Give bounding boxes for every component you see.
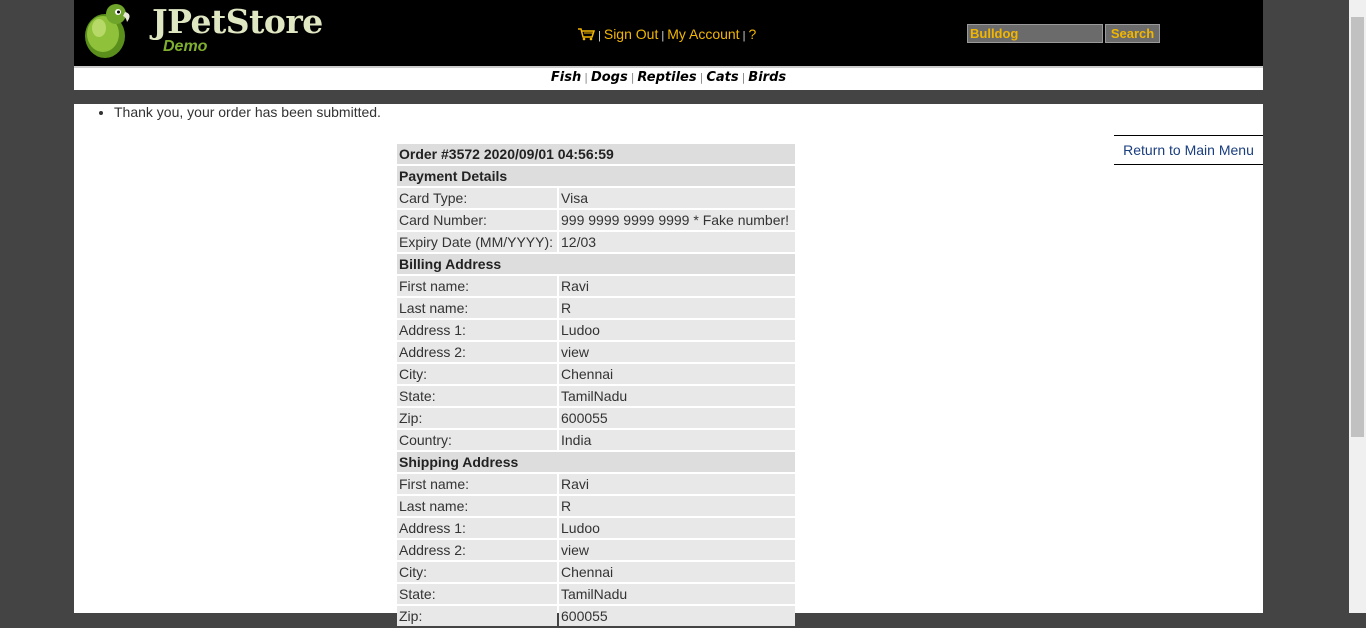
field-value: Ravi [559, 276, 795, 296]
menu-separator: | [742, 30, 746, 42]
page: JPetStore Demo | Sign Out | My Account |… [74, 0, 1263, 626]
quicklink-reptiles[interactable]: Reptiles [637, 70, 696, 85]
my-account-link[interactable]: My Account [667, 26, 739, 42]
field-label: Zip: [397, 408, 557, 428]
table-row: Address 1: Ludoo [397, 320, 795, 340]
table-row: Address 2: view [397, 540, 795, 560]
field-label: Zip: [397, 606, 557, 626]
field-value: Ludoo [559, 518, 795, 538]
shipping-address-header: Shipping Address [397, 452, 795, 472]
field-value: Chennai [559, 364, 795, 384]
message-item: Thank you, your order has been submitted… [114, 104, 1174, 120]
table-row: First name: Ravi [397, 474, 795, 494]
return-to-main-menu-link[interactable]: Return to Main Menu [1123, 142, 1254, 158]
field-value: TamilNadu [559, 584, 795, 604]
sign-out-link[interactable]: Sign Out [604, 26, 658, 42]
scrollbar-thumb[interactable] [1351, 17, 1364, 437]
quicklink-separator: | [630, 71, 635, 84]
field-label: City: [397, 364, 557, 384]
header: JPetStore Demo | Sign Out | My Account |… [74, 0, 1263, 66]
table-row: City: Chennai [397, 364, 795, 384]
table-row: Address 2: view [397, 342, 795, 362]
quicklink-separator: | [584, 71, 588, 84]
field-label: Expiry Date (MM/YYYY): [397, 232, 557, 252]
quicklinks-bar: Fish | Dogs | Reptiles | Cats | Birds [74, 68, 1263, 90]
field-value: TamilNadu [559, 386, 795, 406]
search-input[interactable] [967, 24, 1103, 43]
field-value: view [559, 540, 795, 560]
billing-address-header: Billing Address [397, 254, 795, 274]
field-label: Address 2: [397, 540, 557, 560]
field-label: State: [397, 386, 557, 406]
field-label: Address 1: [397, 518, 557, 538]
messages: Thank you, your order has been submitted… [74, 104, 1174, 120]
help-link[interactable]: ? [748, 26, 756, 42]
logo[interactable]: JPetStore Demo [83, 2, 323, 62]
table-row: Last name: R [397, 496, 795, 516]
table-row: State: TamilNadu [397, 386, 795, 406]
field-label: City: [397, 562, 557, 582]
cart-icon[interactable] [577, 27, 596, 41]
section-header-row: Shipping Address [397, 452, 795, 472]
menu-separator: | [661, 30, 665, 42]
vertical-scrollbar[interactable] [1349, 0, 1366, 613]
table-row: Zip: 600055 [397, 408, 795, 428]
order-title-row: Order #3572 2020/09/01 04:56:59 [397, 144, 795, 164]
field-label: Address 1: [397, 320, 557, 340]
field-value: view [559, 342, 795, 362]
field-label: Card Number: [397, 210, 557, 230]
field-value: Visa [559, 188, 795, 208]
field-value: 600055 [559, 408, 795, 428]
field-value: R [559, 496, 795, 516]
menu-separator: | [598, 30, 601, 42]
parrot-logo-icon [85, 4, 130, 58]
table-row: State: TamilNadu [397, 584, 795, 604]
content-top-band [74, 90, 1263, 104]
table-row: First name: Ravi [397, 276, 795, 296]
field-value: Ravi [559, 474, 795, 494]
field-value: 999 9999 9999 9999 * Fake number! [559, 210, 795, 230]
field-label: Country: [397, 430, 557, 450]
field-value: 600055 [559, 606, 795, 626]
field-value: R [559, 298, 795, 318]
quicklink-separator: | [741, 71, 746, 84]
table-row: Card Number: 999 9999 9999 9999 * Fake nu… [397, 210, 795, 230]
field-label: Card Type: [397, 188, 557, 208]
field-value: India [559, 430, 795, 450]
field-value: Ludoo [559, 320, 795, 340]
quicklink-cats[interactable]: Cats [706, 70, 738, 85]
field-label: First name: [397, 276, 557, 296]
order-title: Order #3572 2020/09/01 04:56:59 [397, 144, 795, 164]
table-row: Expiry Date (MM/YYYY): 12/03 [397, 232, 795, 252]
table-row: Country: India [397, 430, 795, 450]
order-details-table: Order #3572 2020/09/01 04:56:59 Payment … [395, 142, 797, 628]
field-label: Last name: [397, 496, 557, 516]
field-label: Address 2: [397, 342, 557, 362]
table-row: Card Type: Visa [397, 188, 795, 208]
back-link-box: Return to Main Menu [1114, 135, 1263, 165]
logo-subtitle: Demo [163, 38, 208, 55]
field-label: State: [397, 584, 557, 604]
section-header-row: Billing Address [397, 254, 795, 274]
table-row: Zip: 600055 [397, 606, 795, 626]
logo-title: JPetStore [152, 2, 323, 41]
field-label: Last name: [397, 298, 557, 318]
field-label: First name: [397, 474, 557, 494]
header-menu: | Sign Out | My Account | ? [577, 24, 756, 44]
table-row: Address 1: Ludoo [397, 518, 795, 538]
section-header-row: Payment Details [397, 166, 795, 186]
search-button[interactable]: Search [1105, 24, 1160, 43]
quicklink-dogs[interactable]: Dogs [591, 70, 628, 85]
table-row: Last name: R [397, 298, 795, 318]
payment-details-header: Payment Details [397, 166, 795, 186]
field-value: Chennai [559, 562, 795, 582]
quicklink-birds[interactable]: Birds [748, 70, 786, 85]
table-row: City: Chennai [397, 562, 795, 582]
quicklink-separator: | [699, 71, 704, 84]
quicklink-fish[interactable]: Fish [551, 70, 581, 85]
field-value: 12/03 [559, 232, 795, 252]
